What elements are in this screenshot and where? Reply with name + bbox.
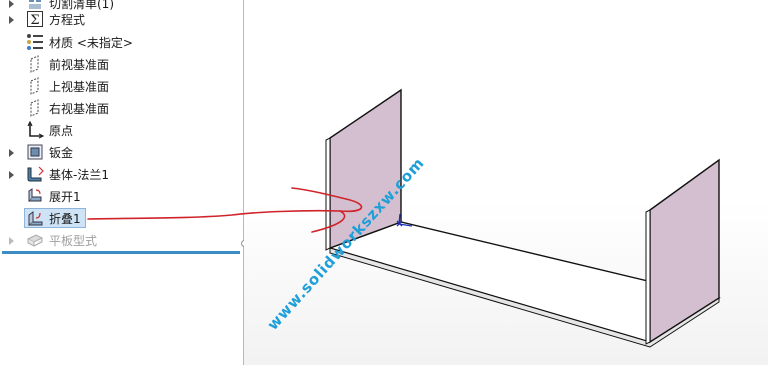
flat-pattern-icon (26, 231, 44, 249)
origin-icon (26, 121, 44, 139)
base-flange-icon (26, 165, 44, 183)
tree-item-fold[interactable]: 折叠1 (0, 207, 240, 229)
tree-item-sheet-metal[interactable]: 钣金 (0, 141, 240, 163)
tree-item-front-plane[interactable]: 前视基准面 (0, 53, 240, 75)
expand-arrow-icon[interactable] (8, 147, 16, 157)
model-view[interactable] (244, 0, 768, 365)
expand-arrow-icon[interactable] (8, 235, 16, 245)
material-icon (26, 33, 44, 51)
tree-item-base-flange[interactable]: 基体-法兰1 (0, 163, 240, 185)
tree-item-label: 原点 (49, 123, 74, 138)
expand-arrow-icon[interactable] (8, 0, 16, 8)
tree-item-label: 上视基准面 (49, 79, 110, 94)
svg-text:Σ: Σ (30, 13, 39, 28)
rollback-bar[interactable] (2, 251, 240, 254)
tree-item-label: 方程式 (49, 12, 86, 27)
right-wall-thickness (645, 209, 651, 345)
right-wall (649, 158, 720, 344)
tree-item-label: 钣金 (49, 145, 74, 160)
equations-icon: Σ (26, 10, 44, 28)
expand-arrow-icon[interactable] (8, 169, 16, 179)
left-wall (329, 88, 402, 250)
plane-icon (26, 77, 44, 95)
tree-item-label: 展开1 (49, 189, 81, 204)
feature-manager-tree: 切割清单(1) Σ 方程式 材质 <未指定> 前视基准面 上视基准面 右视基准面… (0, 0, 244, 365)
tree-item-material[interactable]: 材质 <未指定> (0, 31, 240, 53)
tree-item-label: 平板型式 (49, 233, 98, 248)
left-wall-thickness (325, 137, 331, 251)
tree-item-right-plane[interactable]: 右视基准面 (0, 97, 240, 119)
tree-item-label: 折叠1 (49, 211, 81, 226)
tree-item-label: 材质 <未指定> (49, 35, 133, 50)
tree-item-label: 基体-法兰1 (49, 167, 109, 182)
tree-item-unfold[interactable]: 展开1 (0, 185, 240, 207)
unfold-icon (26, 187, 44, 205)
tree-item-origin[interactable]: 原点 (0, 119, 240, 141)
expand-arrow-icon[interactable] (8, 14, 16, 24)
plane-icon (26, 99, 44, 117)
tree-item-label: 右视基准面 (49, 101, 110, 116)
tree-item-top-plane[interactable]: 上视基准面 (0, 75, 240, 97)
sheet-metal-icon (26, 143, 44, 161)
plane-icon (26, 55, 44, 73)
graphics-viewport[interactable] (244, 0, 768, 365)
fold-icon (26, 209, 44, 227)
tree-item-label: 前视基准面 (49, 57, 110, 72)
tree-item-flat-pattern[interactable]: 平板型式 (0, 229, 240, 251)
tree-item-equations[interactable]: Σ 方程式 (0, 8, 240, 30)
